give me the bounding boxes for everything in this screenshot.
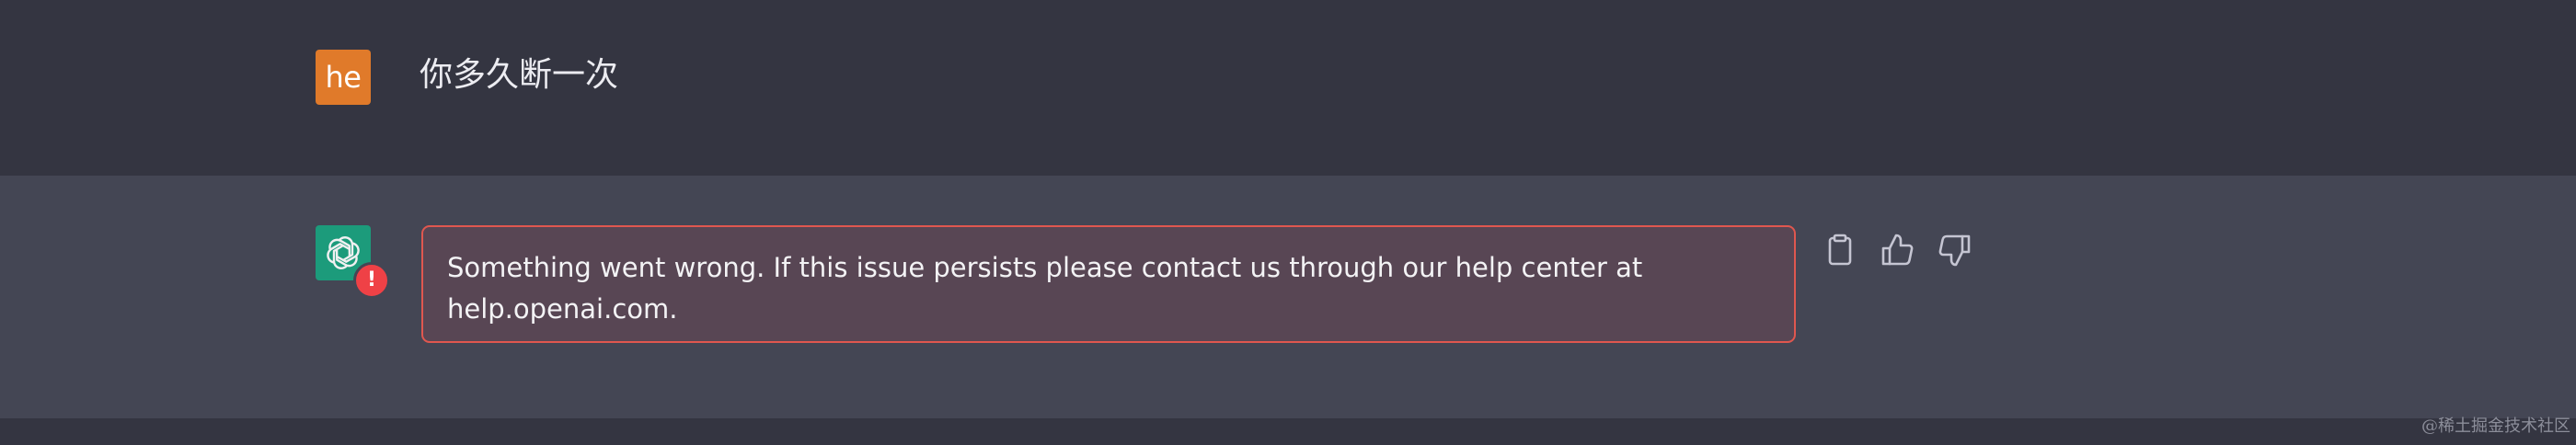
user-avatar: he xyxy=(316,50,371,105)
thumbs-down-icon xyxy=(1938,234,1971,267)
thumbs-down-button[interactable] xyxy=(1935,230,1975,270)
user-message-text: 你多久断一次 xyxy=(420,56,619,94)
error-icon: ! xyxy=(353,262,390,299)
thumbs-up-icon xyxy=(1881,234,1914,266)
error-message: Something went wrong. If this issue pers… xyxy=(421,225,1796,343)
thumbs-up-button[interactable] xyxy=(1877,230,1917,270)
copy-button[interactable] xyxy=(1820,230,1860,270)
user-message-row: he 你多久断一次 xyxy=(0,0,2576,177)
watermark: @稀土掘金技术社区 xyxy=(2421,416,2570,436)
clipboard-icon xyxy=(1828,234,1852,266)
bottom-strip xyxy=(0,418,2576,445)
error-message-text: Something went wrong. If this issue pers… xyxy=(447,252,1643,325)
